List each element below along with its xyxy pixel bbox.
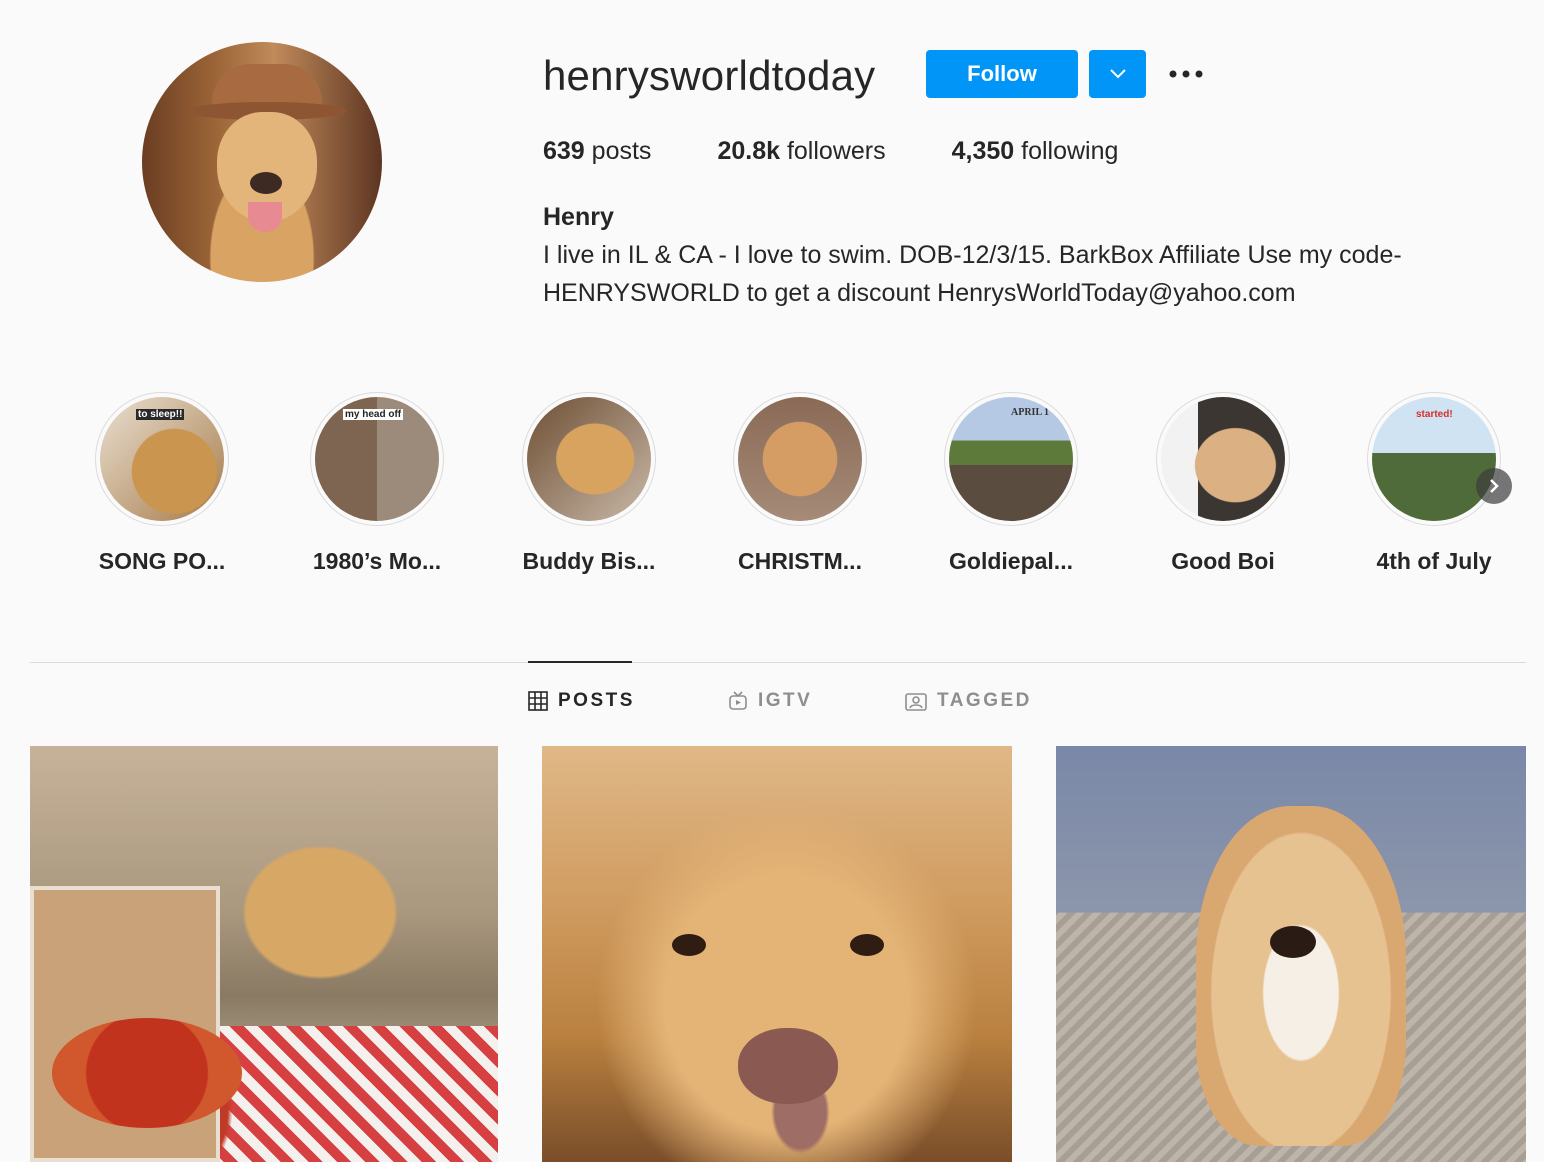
highlight-cover <box>738 397 862 521</box>
highlight-goldiepal[interactable]: APRIL 1 Goldiepal... <box>926 392 1096 576</box>
avatar-tongue <box>248 202 282 232</box>
highlight-label: Goldiepal... <box>949 548 1073 574</box>
posts-count-label: posts <box>591 137 652 165</box>
post-photo-detail <box>738 1028 838 1104</box>
profile-full-name: Henry <box>543 203 614 231</box>
highlights-next-button[interactable] <box>1476 468 1512 504</box>
igtv-icon <box>729 691 747 710</box>
post-photo-detail <box>52 1018 242 1128</box>
profile-username: henrysworldtoday <box>543 52 876 99</box>
highlight-ring <box>522 392 656 526</box>
highlight-ring: started! <box>1367 392 1501 526</box>
highlight-ring: my head off <box>310 392 444 526</box>
more-options-icon <box>1169 70 1203 78</box>
tab-posts[interactable]: POSTS <box>528 690 635 712</box>
tab-igtv[interactable]: IGTV <box>728 690 812 712</box>
highlight-cover: my head off <box>315 397 439 521</box>
highlight-christm[interactable]: CHRISTM... <box>715 392 885 576</box>
more-options-button[interactable] <box>1164 58 1208 90</box>
highlight-cover: to sleep!! <box>100 397 224 521</box>
highlight-ring <box>1156 392 1290 526</box>
highlight-ring: APRIL 1 <box>944 392 1078 526</box>
profile-stats: 639 posts 20.8k followers 4,350 followin… <box>543 133 1184 169</box>
highlight-ring: to sleep!! <box>95 392 229 526</box>
tabs-divider <box>30 662 1526 663</box>
highlight-label: SONG PO... <box>98 548 226 574</box>
avatar-nose <box>250 172 282 194</box>
posts-count: 639 posts <box>543 133 651 169</box>
highlight-cover <box>527 397 651 521</box>
highlight-1980s-mo[interactable]: my head off 1980’s Mo... <box>292 392 462 576</box>
chevron-down-icon <box>1109 69 1126 79</box>
post-thumbnail[interactable] <box>30 746 498 1162</box>
highlight-buddy-bis[interactable]: Buddy Bis... <box>504 392 674 576</box>
highlight-cover-text: APRIL 1 <box>1011 407 1050 418</box>
highlight-label: Buddy Bis... <box>522 548 656 574</box>
tagged-icon <box>905 693 927 711</box>
followers-count-label: followers <box>786 137 886 165</box>
highlight-label: 1980’s Mo... <box>312 548 442 574</box>
bio-line: HENRYSWORLD to get a discount HenrysWorl… <box>543 279 1296 307</box>
highlight-cover-text: my head off <box>343 409 404 420</box>
highlight-label: Good Boi <box>1171 548 1275 574</box>
highlight-label: 4th of July <box>1376 548 1492 574</box>
highlight-cover: APRIL 1 <box>949 397 1073 521</box>
highlight-cover-text: started! <box>1416 409 1453 420</box>
tab-label: TAGGED <box>937 690 1032 711</box>
profile-bio: I live in IL & CA - I love to swim. DOB-… <box>543 236 1503 312</box>
chevron-right-icon <box>1490 479 1499 493</box>
bio-line: I live in IL & CA - I love to swim. DOB-… <box>543 241 1402 269</box>
suggested-accounts-button[interactable] <box>1089 50 1146 98</box>
highlight-song-po[interactable]: to sleep!! SONG PO... <box>77 392 247 576</box>
highlight-cover-text: to sleep!! <box>136 409 185 420</box>
post-photo-detail <box>1270 926 1316 958</box>
profile-avatar[interactable] <box>142 42 382 282</box>
post-thumbnail[interactable] <box>1056 746 1526 1162</box>
post-photo-detail <box>672 934 706 956</box>
post-photo-detail <box>1196 806 1406 1146</box>
highlight-cover: started! <box>1372 397 1496 521</box>
highlight-cover <box>1161 397 1285 521</box>
grid-icon <box>528 691 548 711</box>
followers-link[interactable]: 20.8k followers <box>717 133 885 169</box>
tab-label: POSTS <box>558 690 635 711</box>
active-tab-indicator <box>528 661 632 663</box>
tab-label: IGTV <box>758 690 813 711</box>
post-photo-detail <box>850 934 884 956</box>
posts-count-value: 639 <box>543 137 585 165</box>
following-count-value: 4,350 <box>951 137 1015 165</box>
followers-count-value: 20.8k <box>717 137 780 165</box>
post-thumbnail[interactable] <box>542 746 1012 1162</box>
highlight-label: CHRISTM... <box>738 548 862 574</box>
follow-button[interactable]: Follow <box>926 50 1078 98</box>
highlight-good-boi[interactable]: Good Boi <box>1138 392 1308 576</box>
tab-tagged[interactable]: TAGGED <box>905 690 1032 712</box>
highlight-ring <box>733 392 867 526</box>
following-link[interactable]: 4,350 following <box>952 133 1119 169</box>
following-count-label: following <box>1021 137 1119 165</box>
